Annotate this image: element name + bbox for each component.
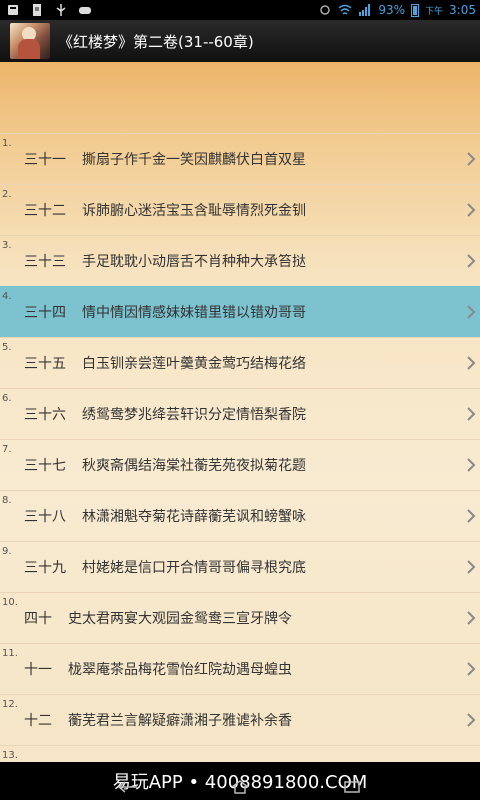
- chapter-title: 栊翠庵茶品梅花雪怡红院劫遇母蝗虫: [68, 662, 292, 678]
- battery-percent: 93%: [378, 3, 406, 17]
- chapter-text: 三十二 诉肺腑心迷活宝玉含耻辱情烈死金钏: [0, 200, 306, 220]
- ad-banner-text: 易玩APP • 4008891800.COM: [112, 772, 368, 793]
- chapter-text: 三十五 白玉钏亲尝莲叶羹黄金莺巧结梅花络: [0, 353, 306, 373]
- chevron-right-icon: [467, 611, 476, 625]
- am-pm-label: 下午: [425, 6, 444, 17]
- chevron-right-icon: [467, 458, 476, 472]
- chevron-right-icon: [467, 152, 476, 166]
- clock: 3:05: [449, 3, 476, 17]
- chapter-index: 7.: [2, 444, 12, 455]
- signal-icon: [359, 4, 371, 16]
- chapter-index: 5.: [2, 342, 12, 353]
- chapter-title: 诉肺腑心迷活宝玉含耻辱情烈死金钏: [82, 203, 306, 219]
- chapter-number: 四十: [24, 611, 52, 627]
- chapter-number: 三十一: [24, 152, 66, 168]
- chapter-number: 三十五: [24, 356, 66, 372]
- chapter-number: 三十八: [24, 509, 66, 525]
- chapter-row[interactable]: 13.四十三闲取乐偶攒金庆寿不了情暂撮土为香: [0, 745, 480, 762]
- chapter-text: 三十一 撕扇子作千金一笑因麒麟伏白首双星: [0, 149, 306, 169]
- chapter-index: 3.: [2, 240, 12, 251]
- chevron-right-icon: [467, 662, 476, 676]
- chevron-right-icon: [467, 203, 476, 217]
- chapter-row[interactable]: 8. 三十八 林潇湘魁夺菊花诗薛蘅芜讽和螃蟹咏: [0, 490, 480, 541]
- chapter-row[interactable]: 6. 三十六 绣鸳鸯梦兆绛芸轩识分定情悟梨香院: [0, 388, 480, 439]
- chapter-title: 白玉钏亲尝莲叶羹黄金莺巧结梅花络: [82, 356, 306, 372]
- chevron-right-icon: [467, 305, 476, 319]
- chapter-text: 三十六 绣鸳鸯梦兆绛芸轩识分定情悟梨香院: [0, 404, 306, 424]
- chapter-index: 1.: [2, 138, 12, 149]
- chevron-right-icon: [467, 713, 476, 727]
- chapter-number: 十二: [24, 713, 52, 729]
- chapter-text: 十一 栊翠庵茶品梅花雪怡红院劫遇母蝗虫: [0, 659, 292, 679]
- ad-banner[interactable]: 易玩APP • 4008891800.COM: [0, 762, 480, 800]
- chapter-row[interactable]: 9. 三十九 村姥姥是信口开合情哥哥偏寻根究底: [0, 541, 480, 592]
- chapter-row[interactable]: 1. 三十一 撕扇子作千金一笑因麒麟伏白首双星: [0, 133, 480, 184]
- chapter-number: 三十六: [24, 407, 66, 423]
- status-bar: 93% 下午 3:05: [0, 0, 480, 20]
- battery-icon: [411, 3, 420, 17]
- chapter-number: 三十四: [24, 305, 66, 321]
- chapter-row[interactable]: 3. 三十三 手足耽耽小动唇舌不肖种种大承笞挞: [0, 235, 480, 286]
- usb-icon: [56, 4, 66, 16]
- chapter-row[interactable]: 5. 三十五 白玉钏亲尝莲叶羹黄金莺巧结梅花络: [0, 337, 480, 388]
- chapter-text: 三十四 情中情因情感妹妹错里错以错劝哥哥: [0, 302, 306, 322]
- chapter-number: 三十七: [24, 458, 66, 474]
- chapter-number: 三十三: [24, 254, 66, 270]
- chapter-index: 6.: [2, 393, 12, 404]
- chapter-title: 蘅芜君兰言解疑癖潇湘子雅谑补余香: [68, 713, 292, 729]
- chapter-title: 撕扇子作千金一笑因麒麟伏白首双星: [82, 152, 306, 168]
- chapter-index: 11.: [2, 648, 18, 659]
- chapter-row[interactable]: 7. 三十七 秋爽斋偶结海棠社蘅芜苑夜拟菊花题: [0, 439, 480, 490]
- file-icon: [33, 4, 41, 16]
- chapter-title: 林潇湘魁夺菊花诗薛蘅芜讽和螃蟹咏: [82, 509, 306, 525]
- chevron-right-icon: [467, 254, 476, 268]
- chapter-index: 12.: [2, 699, 18, 710]
- sd-card-icon: [8, 5, 18, 15]
- chapter-text: 三十八 林潇湘魁夺菊花诗薛蘅芜讽和螃蟹咏: [0, 506, 306, 526]
- chapter-row[interactable]: 11. 十一 栊翠庵茶品梅花雪怡红院劫遇母蝗虫: [0, 643, 480, 694]
- chapter-text: 三十九 村姥姥是信口开合情哥哥偏寻根究底: [0, 557, 306, 577]
- chapter-number: 十一: [24, 662, 52, 678]
- chapter-number: 三十二: [24, 203, 66, 219]
- list-header-spacer: [0, 62, 480, 133]
- chevron-right-icon: [467, 560, 476, 574]
- chapter-title: 情中情因情感妹妹错里错以错劝哥哥: [82, 305, 306, 321]
- chapter-title: 手足耽耽小动唇舌不肖种种大承笞挞: [82, 254, 306, 270]
- chevron-right-icon: [467, 509, 476, 523]
- chapter-text: 四十 史太君两宴大观园金鸳鸯三宣牙牌令: [0, 608, 292, 628]
- chapter-row[interactable]: 10. 四十 史太君两宴大观园金鸳鸯三宣牙牌令: [0, 592, 480, 643]
- chapter-text: 三十七 秋爽斋偶结海棠社蘅芜苑夜拟菊花题: [0, 455, 306, 475]
- chapter-title: 村姥姥是信口开合情哥哥偏寻根究底: [82, 560, 306, 576]
- wifi-icon: [338, 4, 352, 15]
- chapter-row[interactable]: 12. 十二 蘅芜君兰言解疑癖潇湘子雅谑补余香: [0, 694, 480, 745]
- chapter-title: 秋爽斋偶结海棠社蘅芜苑夜拟菊花题: [82, 458, 306, 474]
- chevron-right-icon: [467, 407, 476, 421]
- chapter-index: 2.: [2, 189, 12, 200]
- sync-icon: [320, 5, 331, 15]
- chapter-list[interactable]: 1. 三十一 撕扇子作千金一笑因麒麟伏白首双星 2. 三十二 诉肺腑心迷活宝玉含耻辱情烈死…: [0, 62, 480, 762]
- chapter-text: 十二 蘅芜君兰言解疑癖潇湘子雅谑补余香: [0, 710, 292, 730]
- chapter-index: 4.: [2, 291, 12, 302]
- title-bar: 《红楼梦》第二卷(31--60章): [0, 20, 480, 62]
- chapter-row[interactable]: 2. 三十二 诉肺腑心迷活宝玉含耻辱情烈死金钏: [0, 184, 480, 235]
- page-title: 《红楼梦》第二卷(31--60章): [58, 32, 254, 51]
- game-controller-icon: [79, 7, 91, 14]
- chapter-title: 绣鸳鸯梦兆绛芸轩识分定情悟梨香院: [82, 407, 306, 423]
- notification-icons: [0, 4, 92, 16]
- chapter-index: 8.: [2, 495, 12, 506]
- chapter-index: 13.: [2, 750, 18, 761]
- chapter-row[interactable]: 4. 三十四 情中情因情感妹妹错里错以错劝哥哥: [0, 286, 480, 337]
- chapter-title: 史太君两宴大观园金鸳鸯三宣牙牌令: [68, 611, 292, 627]
- chapter-text: 三十三 手足耽耽小动唇舌不肖种种大承笞挞: [0, 251, 306, 271]
- chapter-number: 三十九: [24, 560, 66, 576]
- chapter-index: 9.: [2, 546, 12, 557]
- chapter-index: 10.: [2, 597, 18, 608]
- chevron-right-icon: [467, 356, 476, 370]
- book-cover-icon[interactable]: [10, 23, 50, 59]
